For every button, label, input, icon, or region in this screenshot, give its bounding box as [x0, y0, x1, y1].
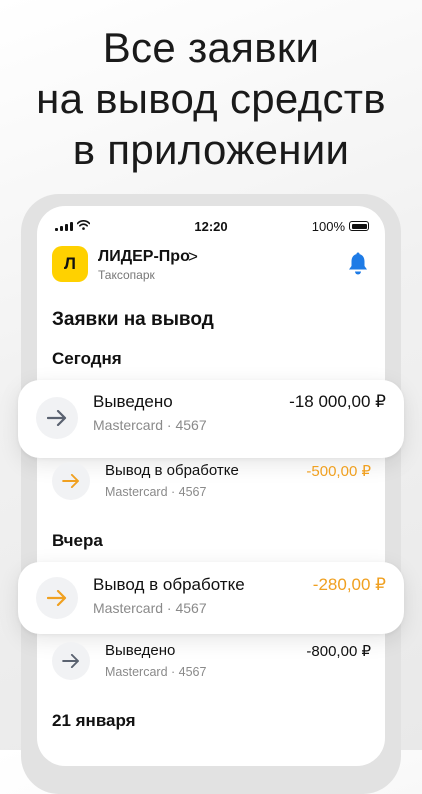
- transaction-icon: [52, 642, 90, 680]
- transaction-status: Выведено: [93, 392, 173, 411]
- transaction-icon: [36, 397, 78, 439]
- section-today: Сегодня: [52, 349, 122, 368]
- transaction-status: Выведено: [105, 642, 176, 659]
- org-subtitle: Таксопарк: [98, 268, 155, 282]
- transaction-amount: -800,00 ₽: [306, 643, 371, 660]
- org-name[interactable]: ЛИДЕР-Про: [98, 248, 190, 266]
- headline-line-2: на вывод средств: [36, 75, 386, 122]
- bell-icon[interactable]: [347, 252, 369, 276]
- transaction-status: Вывод в обработке: [93, 575, 245, 594]
- status-bar: 12:20 100%: [37, 216, 385, 236]
- section-jan-21: 21 января: [52, 711, 136, 730]
- section-yesterday: Вчера: [52, 531, 103, 550]
- transaction-card-info: Mastercard · 4567: [105, 485, 207, 499]
- transaction-card-info: Mastercard · 4567: [93, 417, 207, 433]
- promo-headline: Все заявки на вывод средств в приложении: [0, 22, 422, 175]
- arrow-right-icon: [47, 590, 67, 606]
- battery-icon: [349, 221, 369, 231]
- arrow-right-icon: [47, 410, 67, 426]
- transaction-status: Вывод в обработке: [105, 462, 239, 479]
- org-logo[interactable]: Л: [52, 246, 88, 282]
- headline-line-1: Все заявки: [102, 24, 320, 71]
- chevron-right-icon[interactable]: >: [188, 247, 198, 267]
- transaction-amount: -500,00 ₽: [306, 463, 371, 480]
- transaction-card[interactable]: Вывод в обработке Mastercard · 4567 -280…: [18, 562, 404, 634]
- headline-line-3: в приложении: [72, 126, 350, 173]
- transaction-card[interactable]: Выведено Mastercard · 4567 -18 000,00 ₽: [18, 380, 404, 458]
- transaction-amount: -18 000,00 ₽: [289, 392, 386, 411]
- page-title: Заявки на вывод: [52, 309, 214, 330]
- transaction-icon: [36, 577, 78, 619]
- arrow-right-icon: [62, 474, 79, 488]
- transaction-card-info: Mastercard · 4567: [105, 665, 207, 679]
- arrow-right-icon: [62, 654, 79, 668]
- battery-percent: 100%: [311, 219, 345, 234]
- transaction-amount: -280,00 ₽: [312, 575, 386, 594]
- transaction-icon: [52, 462, 90, 500]
- transaction-card-info: Mastercard · 4567: [93, 600, 207, 616]
